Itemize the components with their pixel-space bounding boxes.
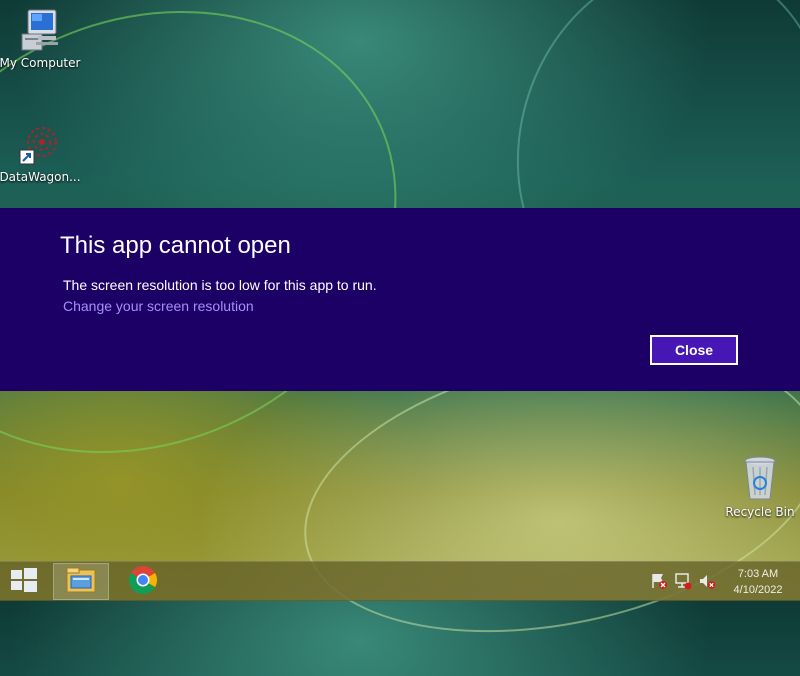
network-icon[interactable]	[674, 572, 692, 590]
dialog-title: This app cannot open	[60, 232, 291, 259]
dialog-message: The screen resolution is too low for thi…	[63, 277, 377, 293]
desktop-icon-label: Recycle Bin	[725, 505, 795, 519]
clock-time: 7:03 AM	[737, 568, 779, 580]
taskbar-file-explorer[interactable]	[53, 563, 109, 600]
clock-date: 4/10/2022	[733, 584, 783, 596]
desktop-icon-my-computer[interactable]: My Computer	[0, 8, 81, 70]
desktop-icon-datawagon[interactable]: DataWagon...	[0, 120, 81, 184]
my-computer-icon	[18, 8, 62, 54]
chrome-icon	[128, 565, 158, 599]
taskbar: 7:03 AM 4/10/2022	[0, 561, 800, 601]
action-center-flag-icon[interactable]	[650, 572, 668, 590]
system-clock[interactable]: 7:03 AM 4/10/2022	[722, 566, 794, 598]
windows-logo-icon	[11, 568, 37, 596]
desktop-icon-label: DataWagon...	[0, 170, 81, 184]
desktop-icon-label: My Computer	[0, 56, 81, 70]
datawagon-shortcut-icon	[18, 120, 62, 168]
taskbar-chrome[interactable]	[115, 563, 171, 600]
desktop-icon-recycle-bin[interactable]: Recycle Bin	[719, 455, 800, 519]
file-explorer-icon	[65, 566, 97, 598]
close-button[interactable]: Close	[650, 335, 738, 365]
change-resolution-link[interactable]: Change your screen resolution	[63, 298, 254, 314]
recycle-bin-icon	[740, 455, 780, 503]
start-button[interactable]	[6, 568, 42, 596]
volume-muted-icon[interactable]	[698, 572, 716, 590]
